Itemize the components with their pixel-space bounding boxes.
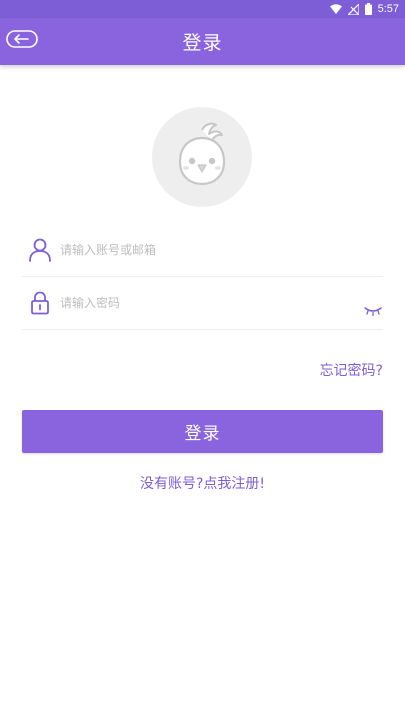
password-input[interactable] — [60, 288, 350, 318]
wifi-icon — [329, 4, 342, 14]
register-link[interactable]: 没有账号?点我注册! — [0, 473, 405, 493]
avatar — [152, 107, 252, 207]
forgot-password-link[interactable]: 忘记密码? — [320, 360, 383, 380]
password-field — [22, 278, 383, 330]
lock-icon — [28, 290, 52, 316]
status-bar: 5:57 — [0, 0, 405, 18]
signal-off-icon — [347, 3, 359, 15]
user-icon — [28, 237, 52, 263]
account-input[interactable] — [60, 235, 350, 265]
account-field — [22, 225, 383, 277]
eye-closed-icon[interactable] — [363, 304, 383, 318]
status-time: 5:57 — [377, 3, 399, 15]
battery-icon — [364, 3, 372, 15]
login-button[interactable]: 登录 — [22, 410, 383, 453]
app-bar: 登录 — [0, 18, 405, 65]
bird-mascot-icon — [172, 122, 232, 192]
page-title: 登录 — [182, 32, 223, 54]
